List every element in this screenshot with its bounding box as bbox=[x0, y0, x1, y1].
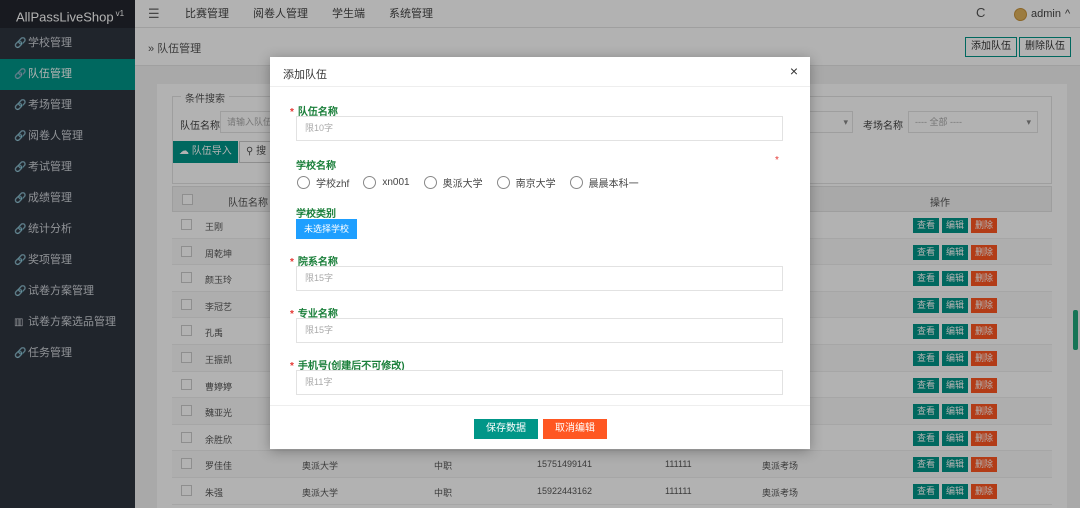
school-radio-zhf[interactable]: 学校zhf bbox=[297, 175, 349, 190]
dialog-title: 添加队伍 bbox=[283, 69, 327, 81]
school-radio-aopai[interactable]: 奥派大学 bbox=[423, 175, 483, 190]
school-required-mark: * bbox=[775, 155, 779, 166]
phone-field[interactable]: 限11字 bbox=[296, 370, 783, 395]
school-radio-group: 学校zhf xn001 奥派大学 南京大学 晨晨本科一 bbox=[297, 175, 639, 190]
dialog-body: * 队伍名称 限10字 学校名称 * 学校zhf xn001 奥派大学 南京大学 … bbox=[270, 87, 810, 405]
major-field[interactable]: 限15字 bbox=[296, 318, 783, 343]
radio-circle bbox=[297, 176, 310, 189]
radio-circle bbox=[496, 176, 510, 189]
dialog-header: 添加队伍 × bbox=[270, 57, 810, 87]
dept-field[interactable]: 限15字 bbox=[296, 266, 783, 291]
radio-circle bbox=[569, 176, 583, 189]
add-team-dialog: 添加队伍 × * 队伍名称 限10字 学校名称 * 学校zhf xn001 奥派大… bbox=[270, 57, 810, 449]
close-icon[interactable]: × bbox=[790, 63, 798, 79]
school-radio-xn001[interactable]: xn001 bbox=[363, 175, 410, 190]
radio-circle bbox=[423, 176, 437, 189]
school-name-field-label: 学校名称 bbox=[296, 161, 336, 172]
save-button[interactable]: 保存数据 bbox=[474, 419, 538, 439]
school-type-button[interactable]: 未选择学校 bbox=[296, 219, 358, 239]
dialog-footer: 保存数据 取消编辑 bbox=[270, 405, 810, 449]
cancel-button[interactable]: 取消编辑 bbox=[543, 419, 607, 439]
team-name-field[interactable]: 限10字 bbox=[296, 116, 783, 141]
school-type-field-label: 学校类别 bbox=[296, 209, 336, 220]
school-radio-chenchen[interactable]: 晨晨本科一 bbox=[569, 175, 639, 190]
radio-circle bbox=[363, 176, 377, 189]
school-radio-nanjing[interactable]: 南京大学 bbox=[496, 175, 556, 190]
